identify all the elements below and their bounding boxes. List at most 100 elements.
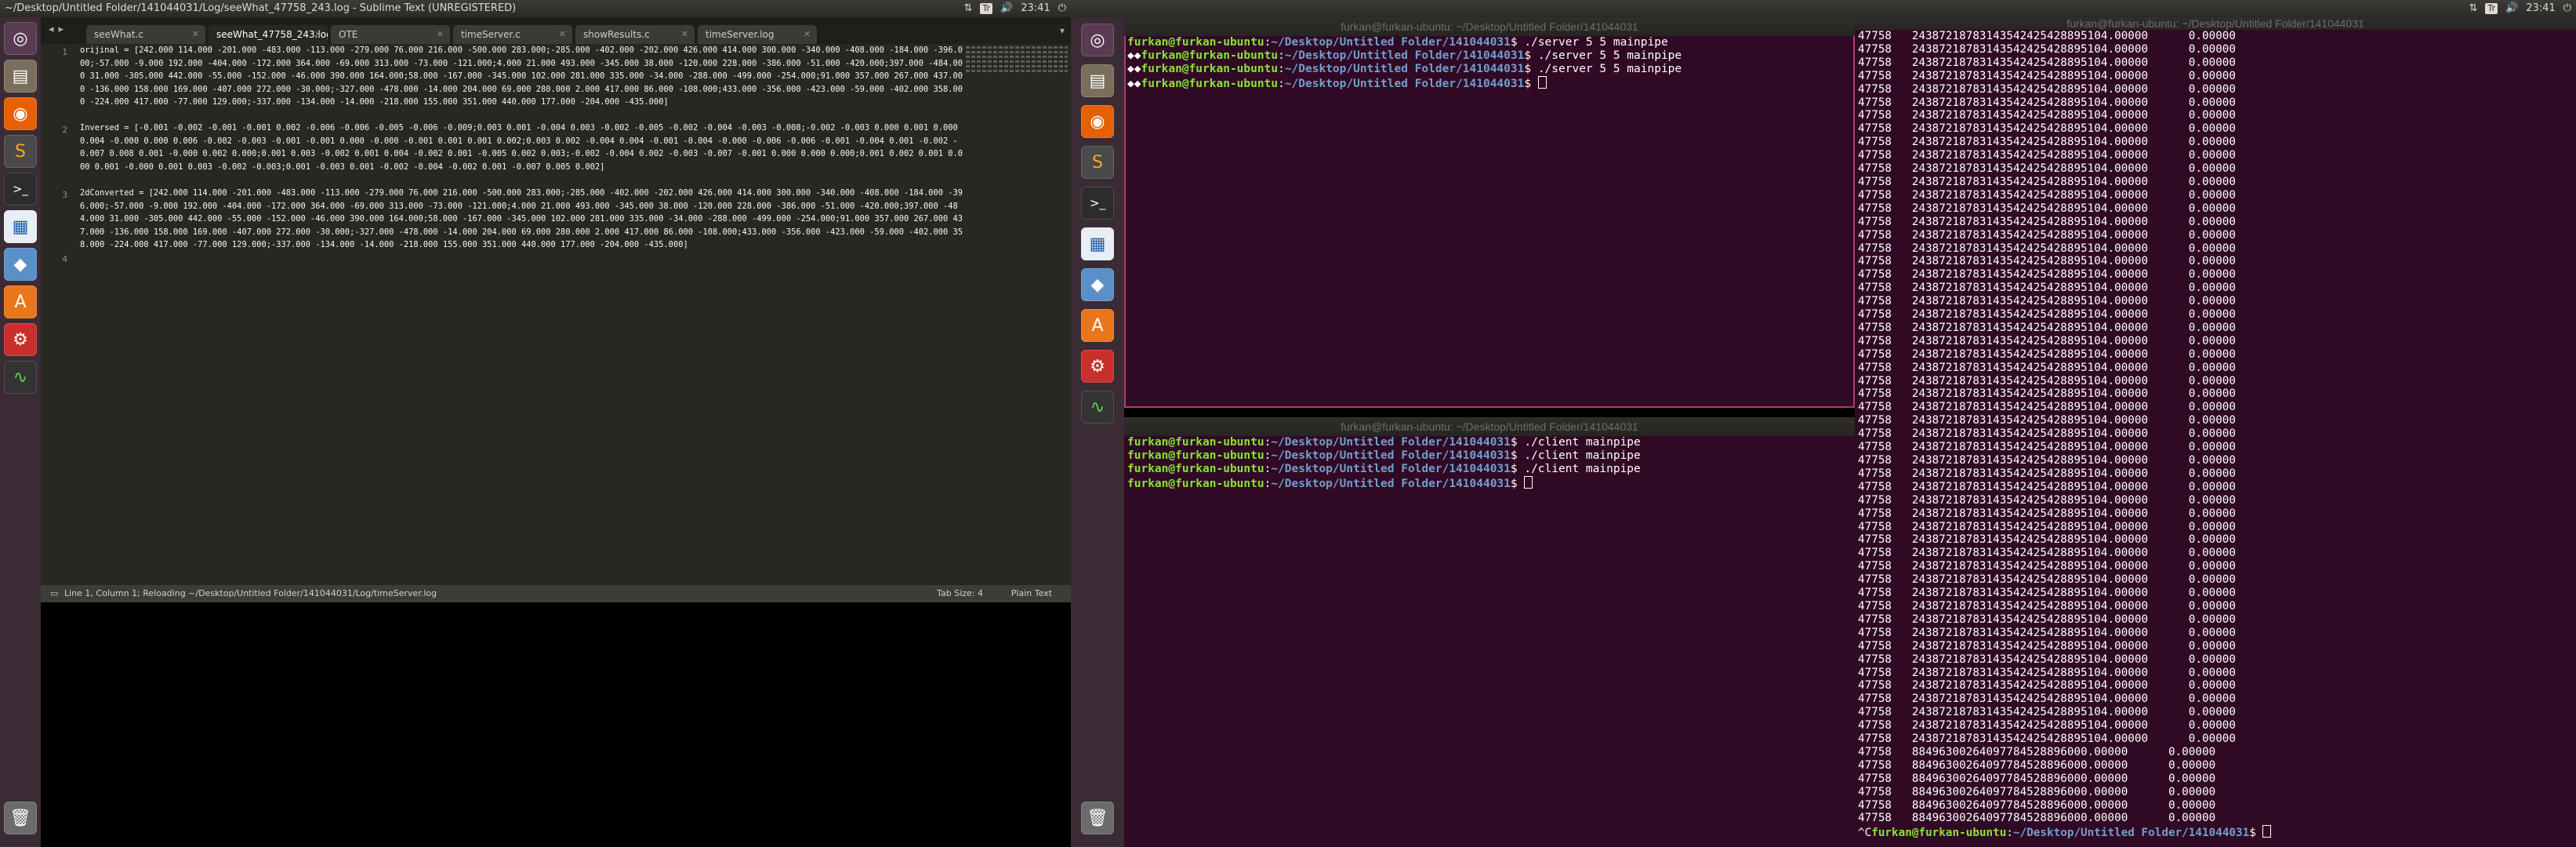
right-top-bar-left — [1071, 0, 1855, 17]
code-line: orijinal = [242.000 114.000 -201.000 -48… — [80, 45, 963, 107]
text-cursor — [1537, 75, 1547, 89]
firefox-icon[interactable]: ◉ — [1081, 105, 1114, 138]
status-bar: ▭ Line 1, Column 1; Reloading ~/Desktop/… — [41, 585, 1071, 602]
output-line: 47758 88496300264097784528896000.00000 0… — [1858, 785, 2216, 798]
client-terminal[interactable]: furkan@furkan-ubuntu: ~/Desktop/Untitled… — [1124, 417, 1855, 847]
libreoffice-writer-icon[interactable]: ▦ — [4, 210, 37, 243]
volume-icon[interactable]: 🔊 — [1000, 0, 1013, 17]
close-icon[interactable]: ✕ — [804, 25, 811, 44]
output-line: 47758 24387218783143542425428895104.0000… — [1858, 30, 2237, 42]
files-icon[interactable]: ▤ — [4, 60, 37, 93]
output-line: 47758 88496300264097784528896000.00000 0… — [1858, 745, 2216, 758]
firefox-icon[interactable]: ◉ — [4, 97, 37, 130]
network-icon[interactable]: ⇅ — [964, 0, 973, 17]
output-line: 47758 24387218783143542425428895104.0000… — [1858, 414, 2237, 427]
output-line: 47758 24387218783143542425428895104.0000… — [1858, 42, 2237, 56]
output-line: 47758 24387218783143542425428895104.0000… — [1858, 175, 2237, 188]
files-icon[interactable]: ▤ — [1081, 64, 1114, 97]
trash-icon[interactable]: 🗑 — [1081, 802, 1114, 834]
clock[interactable]: 23:41 — [1021, 0, 1050, 17]
sublime-icon[interactable]: S — [4, 135, 37, 168]
close-icon[interactable]: ✕ — [314, 25, 321, 44]
right-launcher: ◎ ▤ ◉ S >_ ▦ ◆ A ⚙ ∿ 🗑 — [1071, 17, 1124, 847]
right-screen-left: ◎ ▤ ◉ S >_ ▦ ◆ A ⚙ ∿ 🗑 furkan@furkan-ubu… — [1071, 0, 1855, 847]
tab-4[interactable]: showResults.c ✕ — [575, 25, 695, 44]
output-line: 47758 88496300264097784528896000.00000 0… — [1858, 798, 2216, 812]
system-monitor-icon[interactable]: ∿ — [1081, 391, 1114, 424]
line-number: 2 — [62, 125, 67, 135]
virtualbox-icon[interactable]: ◆ — [1081, 268, 1114, 301]
tab-5[interactable]: timeServer.log ✕ — [698, 25, 817, 44]
ubuntu-dash-icon[interactable]: ◎ — [1081, 24, 1114, 56]
syntax-setting[interactable]: Plain Text — [1011, 585, 1052, 602]
right-top-bar: ⇅ Tr 🔊 23:41 ⏻ — [1855, 0, 2576, 17]
right-system-tray: ⇅ Tr 🔊 23:41 ⏻ — [2469, 0, 2571, 17]
power-icon[interactable]: ⏻ — [2563, 0, 2571, 17]
output-line: 47758 24387218783143542425428895104.0000… — [1858, 268, 2237, 282]
tab-3[interactable]: timeServer.c ✕ — [453, 25, 572, 44]
output-line: 47758 88496300264097784528896000.00000 0… — [1858, 758, 2216, 772]
close-icon[interactable]: ✕ — [192, 25, 199, 44]
software-center-icon[interactable]: A — [1081, 309, 1114, 342]
output-line: 47758 24387218783143542425428895104.0000… — [1858, 255, 2237, 268]
output-line: 47758 24387218783143542425428895104.0000… — [1858, 533, 2237, 547]
system-settings-icon[interactable]: ⚙ — [4, 323, 37, 356]
terminal-icon[interactable]: >_ — [1081, 187, 1114, 220]
tab-size-setting[interactable]: Tab Size: 4 — [937, 585, 983, 602]
output-line: 47758 24387218783143542425428895104.0000… — [1858, 228, 2237, 242]
output-line: 47758 24387218783143542425428895104.0000… — [1858, 56, 2237, 69]
output-line: 47758 24387218783143542425428895104.0000… — [1858, 639, 2237, 653]
terminal-title: furkan@furkan-ubuntu: ~/Desktop/Untitled… — [1124, 417, 1855, 436]
terminal-line: furkan@furkan-ubuntu:~/Desktop/Untitled … — [1127, 36, 1668, 49]
output-line: 47758 24387218783143542425428895104.0000… — [1858, 666, 2237, 679]
software-center-icon[interactable]: A — [4, 285, 37, 318]
output-line: 47758 24387218783143542425428895104.0000… — [1858, 679, 2237, 693]
output-line: 47758 24387218783143542425428895104.0000… — [1858, 308, 2237, 322]
sublime-editor: ◂▸ seeWhat.c ✕ seeWhat_47758_243.log ✕ OTE… — [41, 17, 1071, 602]
tab-0[interactable]: seeWhat.c ✕ — [86, 25, 205, 44]
sublime-icon[interactable]: S — [1081, 146, 1114, 179]
virtualbox-icon[interactable]: ◆ — [4, 248, 37, 281]
system-monitor-icon[interactable]: ∿ — [4, 361, 37, 394]
tab-nav-arrows-icon[interactable]: ◂▸ — [49, 24, 68, 35]
output-line: 47758 24387218783143542425428895104.0000… — [1858, 202, 2237, 215]
terminal-line: ◆◆furkan@furkan-ubuntu:~/Desktop/Untitle… — [1127, 49, 1682, 62]
output-line: 47758 24387218783143542425428895104.0000… — [1858, 547, 2237, 560]
terminal-line: furkan@furkan-ubuntu:~/Desktop/Untitled … — [1127, 449, 1641, 462]
left-top-bar: ~/Desktop/Untitled Folder/141044031/Log/… — [0, 0, 1071, 17]
close-icon[interactable]: ✕ — [559, 25, 566, 44]
output-line: 47758 24387218783143542425428895104.0000… — [1858, 321, 2237, 334]
minimap[interactable] — [966, 44, 1068, 91]
system-settings-icon[interactable]: ⚙ — [1081, 350, 1114, 383]
tab-2[interactable]: OTE ✕ — [331, 25, 450, 44]
volume-icon[interactable]: 🔊 — [2505, 0, 2518, 17]
output-line: 47758 24387218783143542425428895104.0000… — [1858, 215, 2237, 228]
keyboard-layout-icon[interactable]: Tr — [2485, 3, 2498, 14]
server-terminal[interactable]: furkan@furkan-ubuntu: ~/Desktop/Untitled… — [1124, 17, 1855, 408]
left-screen: ~/Desktop/Untitled Folder/141044031/Log/… — [0, 0, 1071, 847]
output-line: 47758 24387218783143542425428895104.0000… — [1858, 334, 2237, 347]
right-screen-right: ⇅ Tr 🔊 23:41 ⏻ furkan@furkan-ubuntu: ~/D… — [1855, 0, 2576, 847]
close-icon[interactable]: ✕ — [437, 25, 444, 44]
libreoffice-writer-icon[interactable]: ▦ — [1081, 227, 1114, 260]
panel-toggle-icon[interactable]: ▭ — [50, 585, 58, 602]
power-icon[interactable]: ⏻ — [1058, 0, 1066, 17]
keyboard-layout-icon[interactable]: Tr — [980, 3, 993, 14]
network-icon[interactable]: ⇅ — [2469, 0, 2478, 17]
output-terminal[interactable]: furkan@furkan-ubuntu: ~/Desktop/Untitled… — [1855, 17, 2576, 847]
output-line: 47758 88496300264097784528896000.00000 0… — [1858, 812, 2216, 825]
output-line: 47758 24387218783143542425428895104.0000… — [1858, 401, 2237, 414]
ubuntu-dash-icon[interactable]: ◎ — [4, 22, 37, 55]
terminal-line: furkan@furkan-ubuntu:~/Desktop/Untitled … — [1124, 475, 1855, 491]
terminal-line: ◆◆furkan@furkan-ubuntu:~/Desktop/Untitle… — [1127, 62, 1682, 75]
code-area[interactable]: orijinal = [242.000 114.000 -201.000 -48… — [80, 44, 966, 252]
clock[interactable]: 23:41 — [2526, 0, 2555, 17]
terminal-icon[interactable]: >_ — [4, 173, 37, 205]
terminal-line: ◆◆furkan@furkan-ubuntu:~/Desktop/Untitle… — [1124, 75, 1855, 91]
code-line: Inversed = [-0.001 -0.002 -0.001 -0.001 … — [80, 123, 963, 172]
tab-1[interactable]: seeWhat_47758_243.log ✕ — [209, 25, 328, 44]
tab-dropdown-icon[interactable]: ▾ — [1060, 25, 1065, 36]
output-line: 47758 24387218783143542425428895104.0000… — [1858, 719, 2237, 732]
trash-icon[interactable]: 🗑 — [4, 802, 37, 834]
close-icon[interactable]: ✕ — [681, 25, 688, 44]
